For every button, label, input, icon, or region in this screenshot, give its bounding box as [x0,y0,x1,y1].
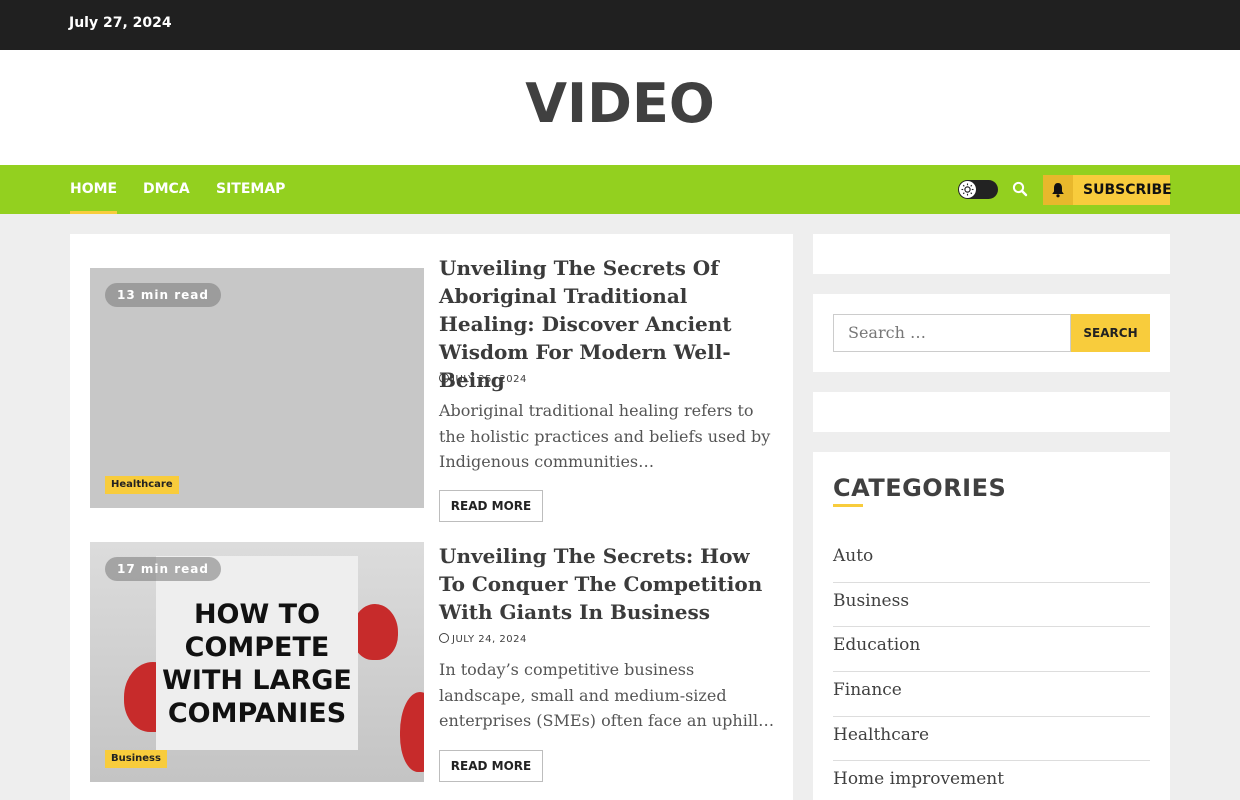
category-link-finance[interactable]: Finance [833,672,1150,717]
balloon-graphic [352,604,398,660]
category-link-auto[interactable]: Auto [833,538,1150,583]
heading-underline [833,504,863,507]
read-time-badge: 13 min read [105,283,221,307]
post-title[interactable]: Unveiling The Secrets: How To Conquer Th… [439,542,779,626]
nav-item-home[interactable]: Home [70,165,118,214]
read-more-button[interactable]: Read More [439,750,543,782]
clock-icon [439,633,449,643]
read-time-badge: 17 min read [105,557,221,581]
search-widget: Search … Search [813,294,1170,372]
post-thumbnail[interactable]: HOW TO COMPETE WITH LARGE COMPANIES 17 m… [90,542,424,782]
search-button[interactable]: Search [1071,314,1150,352]
categories-heading: CATEGORIES [833,474,1007,502]
subscribe-button[interactable]: Subscribe [1043,175,1172,205]
post-date-text: July 24, 2024 [452,634,527,645]
post-excerpt: In today’s competitive business landscap… [439,660,775,730]
clock-icon [439,373,449,383]
balloon-graphic [400,692,424,772]
read-more-button[interactable]: Read More [439,490,543,522]
post-date: July 25, 2024 [439,373,527,385]
category-link-home-improvement[interactable]: Home improvement [833,761,1150,800]
nav-item-sitemap[interactable]: Sitemap [216,165,285,214]
post-date: July 24, 2024 [439,633,527,645]
nav-item-dmca[interactable]: DMCA [143,165,190,214]
current-date: July 27, 2024 [69,15,172,31]
category-badge[interactable]: Healthcare [105,476,179,494]
image-caption-card: HOW TO COMPETE WITH LARGE COMPANIES [156,556,358,750]
subscribe-label: Subscribe [1083,182,1172,198]
post-thumbnail[interactable]: 13 min read Healthcare [90,268,424,508]
post-date-text: July 25, 2024 [452,374,527,385]
site-title[interactable]: VIDEO [0,72,1240,135]
sun-icon [959,181,976,198]
category-link-education[interactable]: Education [833,627,1150,673]
bell-icon [1043,175,1073,205]
search-input[interactable]: Search … [833,314,1071,352]
category-list: Auto Business Education Finance Healthca… [833,538,1150,800]
masthead: VIDEO [0,50,1240,165]
dark-mode-toggle[interactable] [958,180,998,199]
category-badge[interactable]: Business [105,750,167,768]
category-link-healthcare[interactable]: Healthcare [833,717,1150,762]
image-caption-text: HOW TO COMPETE WITH LARGE COMPANIES [162,599,352,729]
top-bar: July 27, 2024 [0,0,1240,50]
categories-widget: CATEGORIES Auto Business Education Finan… [813,452,1170,800]
category-link-business[interactable]: Business [833,583,1150,628]
post-excerpt: Aboriginal traditional healing refers to… [439,401,771,471]
search-icon[interactable] [1012,181,1028,201]
sidebar-widget-empty [813,392,1170,432]
sidebar-widget-empty [813,234,1170,274]
